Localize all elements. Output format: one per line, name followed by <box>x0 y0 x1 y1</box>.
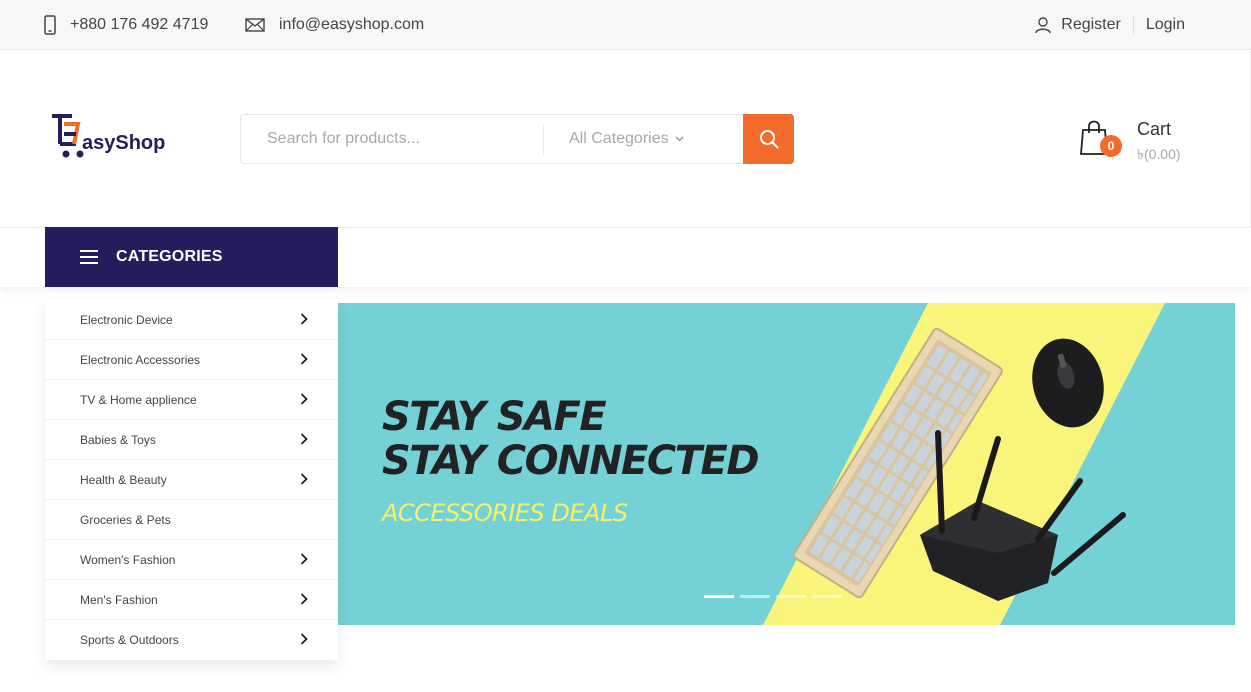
banner-headline-1: STAY SAFE <box>382 394 607 440</box>
logo[interactable]: asyShop <box>50 114 185 164</box>
easyshop-logo-icon: asyShop <box>52 114 165 158</box>
logo-text: asyShop <box>82 132 165 154</box>
cart-count-badge: 0 <box>1100 135 1122 157</box>
category-item-electronic-device[interactable]: Electronic Device <box>45 300 338 340</box>
category-item-babies-toys[interactable]: Babies & Toys <box>45 420 338 460</box>
phone-number: +880 176 492 4719 <box>70 16 209 33</box>
category-item-groceries-pets[interactable]: Groceries & Pets <box>45 500 338 540</box>
category-item-electronic-accessories[interactable]: Electronic Accessories <box>45 340 338 380</box>
categories-button[interactable]: CATEGORIES <box>45 227 338 287</box>
search-divider <box>543 125 544 155</box>
mail-icon <box>245 18 265 32</box>
chevron-right-icon <box>300 313 308 325</box>
hero-banner[interactable]: STAY SAFE STAY CONNECTED ACCESSORIES DEA… <box>338 303 1235 625</box>
chevron-right-icon <box>300 473 308 485</box>
login-link[interactable]: Login <box>1146 16 1185 34</box>
category-item-label: Women's Fashion <box>80 552 176 567</box>
chevron-down-icon <box>675 136 684 142</box>
category-item-womens-fashion[interactable]: Women's Fashion <box>45 540 338 580</box>
chevron-right-icon <box>300 393 308 405</box>
search-button[interactable] <box>743 114 794 164</box>
top-bar: +880 176 492 4719 info@easyshop.com Regi… <box>0 0 1251 50</box>
search-input[interactable] <box>241 115 541 163</box>
chevron-right-icon <box>300 553 308 565</box>
category-item-label: Health & Beauty <box>80 472 167 487</box>
category-item-label: Men's Fashion <box>80 592 158 607</box>
chevron-right-icon <box>300 353 308 365</box>
category-menu: Electronic Device Electronic Accessories… <box>45 300 338 660</box>
chevron-right-icon <box>300 433 308 445</box>
cart-total: ৳(0.00) <box>1137 146 1181 162</box>
slider-dots <box>704 595 848 598</box>
chevron-right-icon <box>300 633 308 645</box>
auth-divider <box>1132 16 1134 34</box>
category-item-label: Electronic Device <box>80 312 173 327</box>
email-address: info@easyshop.com <box>279 16 425 33</box>
header: asyShop All Categories 0 Cart ৳(0.00) <box>0 51 1251 227</box>
category-item-label: Groceries & Pets <box>80 512 171 527</box>
phone-contact[interactable]: +880 176 492 4719 <box>44 0 208 50</box>
banner-headline-2: STAY CONNECTED <box>382 438 760 484</box>
categories-label: CATEGORIES <box>116 248 223 265</box>
menu-icon <box>80 250 98 264</box>
search-icon <box>759 130 779 149</box>
category-item-sports-outdoors[interactable]: Sports & Outdoors <box>45 620 338 660</box>
slider-dot-3[interactable] <box>776 595 806 598</box>
category-item-health-beauty[interactable]: Health & Beauty <box>45 460 338 500</box>
category-item-label: Babies & Toys <box>80 432 156 447</box>
category-item-tv-home[interactable]: TV & Home applience <box>45 380 338 420</box>
category-item-label: Electronic Accessories <box>80 352 201 367</box>
category-select-value: All Categories <box>569 130 669 147</box>
chevron-right-icon <box>300 593 308 605</box>
phone-icon <box>44 15 56 35</box>
category-item-label: Sports & Outdoors <box>80 633 179 647</box>
email-contact[interactable]: info@easyshop.com <box>245 0 424 50</box>
category-item-label: TV & Home applience <box>80 392 197 407</box>
cart-label: Cart <box>1137 119 1172 139</box>
slider-dot-2[interactable] <box>740 595 770 598</box>
slider-dot-4[interactable] <box>812 595 842 598</box>
cart[interactable]: 0 Cart ৳(0.00) <box>1080 118 1200 162</box>
category-item-mens-fashion[interactable]: Men's Fashion <box>45 580 338 620</box>
auth-links: Register Login <box>1035 0 1185 50</box>
slider-dot-1[interactable] <box>704 595 734 598</box>
banner-subheadline: ACCESSORIES DEALS <box>382 499 628 527</box>
search-bar: All Categories <box>240 114 794 164</box>
category-select[interactable]: All Categories <box>569 115 684 163</box>
register-link[interactable]: Register <box>1061 16 1121 34</box>
user-icon <box>1035 16 1051 33</box>
